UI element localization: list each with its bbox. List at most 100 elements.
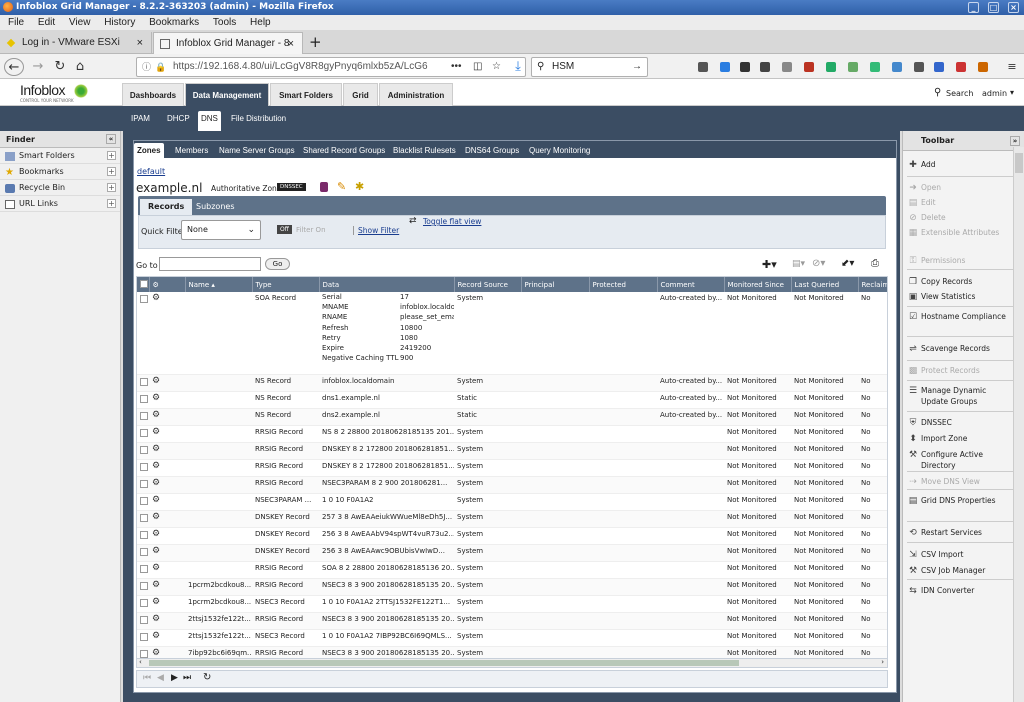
table-row[interactable]: ⚙ 1pcrm2bcdkou8... NSEC3 Record 1 0 10 F0A1… [137, 595, 887, 613]
column-last-queried[interactable]: Last Queried [791, 277, 859, 292]
toolbar-add[interactable]: Add [921, 159, 1009, 170]
library-icon[interactable] [698, 62, 708, 72]
goto-input[interactable] [159, 257, 261, 271]
extension-icon[interactable] [914, 62, 924, 72]
finder-item-bookmarks[interactable]: ★ Bookmarks + [0, 164, 120, 180]
pocket-icon[interactable]: ◫ [473, 58, 482, 76]
row-gear-icon[interactable]: ⚙ [152, 478, 160, 488]
toolbar-protect-records[interactable]: Protect Records [921, 365, 1009, 376]
toolbar-edit[interactable]: Edit [921, 197, 1009, 208]
column-reclaim[interactable]: Reclaim [858, 277, 887, 292]
collapse-icon[interactable]: « [106, 134, 116, 144]
extension-icon[interactable] [720, 62, 730, 72]
row-gear-icon[interactable]: ⚙ [152, 461, 160, 471]
forward-icon[interactable]: → [28, 58, 48, 76]
horizontal-scrollbar[interactable]: ‹ › [136, 658, 888, 668]
row-checkbox[interactable] [140, 615, 148, 624]
toolbar-hostname-compliance[interactable]: Hostname Compliance [921, 311, 1009, 322]
row-checkbox[interactable] [140, 462, 148, 471]
row-gear-icon[interactable]: ⚙ [152, 512, 160, 522]
subnav-ipam[interactable]: IPAM [128, 111, 153, 131]
column-name[interactable]: Name ▴ [185, 277, 253, 292]
nav-administration[interactable]: Administration [379, 83, 453, 106]
toolbar-view-statistics[interactable]: View Statistics [921, 291, 1009, 302]
minimize-button[interactable]: _ [968, 2, 979, 13]
toolbar-extensible-attributes[interactable]: Extensible Attributes [921, 227, 1009, 238]
quick-filter-select[interactable]: None ⌄ [181, 220, 261, 240]
expand-plus-icon[interactable]: + [107, 167, 116, 176]
column-data[interactable]: Data [319, 277, 455, 292]
search-bar[interactable]: ⚲ HSM → [531, 57, 648, 77]
row-gear-icon[interactable]: ⚙ [152, 495, 160, 505]
close-tab-icon[interactable]: × [288, 33, 294, 55]
extension-icon[interactable] [782, 62, 792, 72]
table-row[interactable]: ⚙ 1pcrm2bcdkou8... RRSIG Record NSEC3 8 3 9… [137, 578, 887, 596]
table-row[interactable]: ⚙ 2ttsj1532fe122t... NSEC3 Record 1 0 10 F0… [137, 629, 887, 647]
toolbar-configure-active-directory[interactable]: Configure Active Directory [921, 449, 1009, 471]
row-checkbox[interactable] [140, 547, 148, 556]
toolbar-restart-services[interactable]: Restart Services [921, 527, 1009, 538]
bookmark-star-icon[interactable]: ☆ [492, 58, 501, 76]
extension-icon[interactable] [804, 62, 814, 72]
show-filter-link[interactable]: Show Filter [353, 226, 399, 235]
subnav-file-distribution[interactable]: File Distribution [228, 111, 289, 131]
column-protected[interactable]: Protected [589, 277, 658, 292]
table-row[interactable]: ⚙ RRSIG Record SOA 8 2 28800 2018062818513… [137, 561, 887, 579]
scrollbar-thumb[interactable] [1015, 153, 1023, 173]
finder-item-recycle-bin[interactable]: Recycle Bin + [0, 180, 120, 196]
scrollbar-thumb[interactable] [149, 660, 739, 666]
goto-button[interactable]: Go [265, 258, 290, 270]
app-search-link[interactable]: Search [946, 89, 973, 98]
insecure-lock-icon[interactable]: 🔒 [155, 58, 166, 76]
tab-shared-record-groups[interactable]: Shared Record Groups [300, 143, 388, 158]
select-all-checkbox[interactable] [137, 277, 150, 292]
toolbar-move-dns-view[interactable]: Move DNS View [921, 476, 1009, 487]
row-checkbox[interactable] [140, 581, 148, 590]
toolbar-grid-dns-properties[interactable]: Grid DNS Properties [921, 495, 1009, 506]
extension-icon[interactable] [870, 62, 880, 72]
table-row[interactable]: ⚙ 2ttsj1532fe122t... RRSIG Record NSEC3 8 3… [137, 612, 887, 630]
row-gear-icon[interactable]: ⚙ [152, 563, 160, 573]
tab-subzones[interactable]: Subzones [188, 199, 242, 215]
table-row[interactable]: ⚙ RRSIG Record NSEC3PARAM 8 2 900 20180628… [137, 476, 887, 494]
row-checkbox[interactable] [140, 513, 148, 522]
menu-history[interactable]: History [104, 17, 135, 28]
column-settings-icon[interactable]: ⚙ [149, 277, 186, 292]
table-row[interactable]: ⚙ NS Record dns2.example.nl Static Auto-crea… [137, 408, 887, 426]
toolbar-csv-job-manager[interactable]: CSV Job Manager [921, 565, 1009, 576]
user-menu[interactable]: admin [982, 89, 1007, 98]
collapse-icon[interactable]: » [1010, 136, 1020, 146]
table-row[interactable]: ⚙ DNSKEY Record 256 3 8 AwEAAbV94spWT4vuR7… [137, 527, 887, 545]
next-page-icon[interactable]: ▶ [171, 673, 178, 683]
expand-plus-icon[interactable]: + [107, 183, 116, 192]
extension-icon[interactable] [848, 62, 858, 72]
export-icon[interactable]: ⬋▾ [841, 258, 854, 269]
hamburger-menu-icon[interactable]: ≡ [1002, 58, 1022, 76]
nav-data-management[interactable]: Data Management [185, 83, 269, 106]
user-menu-caret-icon[interactable]: ▾ [1010, 88, 1014, 97]
toolbar-dnssec[interactable]: DNSSEC [921, 417, 1009, 428]
column-type[interactable]: Type [252, 277, 320, 292]
info-icon[interactable]: ⓘ [142, 58, 151, 76]
column-record-source[interactable]: Record Source [454, 277, 522, 292]
edit-record-icon[interactable]: ▤▾ [792, 259, 805, 269]
last-page-icon[interactable]: ⏭ [183, 673, 191, 683]
row-gear-icon[interactable]: ⚙ [152, 648, 160, 658]
row-checkbox[interactable] [140, 445, 148, 454]
finder-item-url-links[interactable]: URL Links + [0, 196, 120, 212]
infoblox-logo[interactable]: Infoblox [20, 82, 66, 98]
row-checkbox[interactable] [140, 496, 148, 505]
nav-dashboards[interactable]: Dashboards [122, 83, 184, 106]
extension-icon[interactable] [892, 62, 902, 72]
row-checkbox[interactable] [140, 377, 148, 386]
tab-members[interactable]: Members [172, 143, 211, 158]
toolbar-permissions[interactable]: Permissions [921, 255, 1009, 266]
row-checkbox[interactable] [140, 411, 148, 420]
menu-file[interactable]: File [8, 17, 24, 28]
browser-tab-esxi[interactable]: Log in - VMware ESXi × [0, 32, 152, 54]
row-gear-icon[interactable]: ⚙ [149, 292, 185, 375]
maximize-button[interactable]: □ [988, 2, 999, 13]
row-checkbox[interactable] [140, 295, 148, 303]
extension-icon[interactable] [760, 62, 770, 72]
breadcrumb[interactable]: default [137, 167, 165, 176]
